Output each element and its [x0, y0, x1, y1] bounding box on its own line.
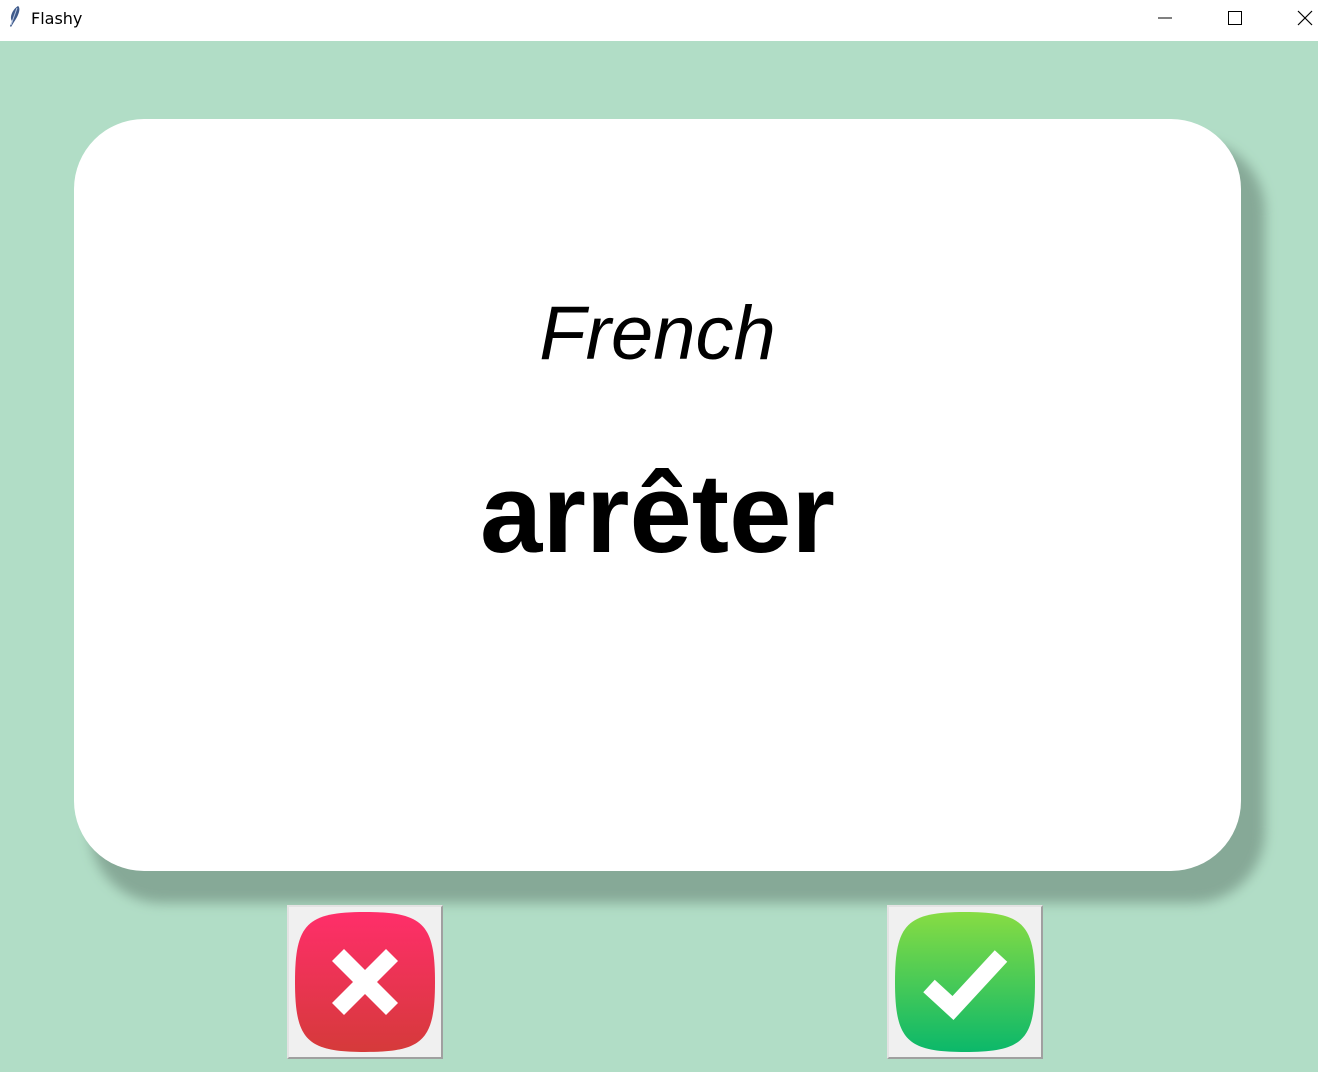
- right-button[interactable]: [887, 905, 1043, 1059]
- card-language-title: French: [539, 291, 776, 376]
- feather-icon: [6, 5, 22, 29]
- wrong-button[interactable]: [287, 905, 443, 1059]
- maximize-button[interactable]: [1212, 0, 1258, 36]
- title-bar: Flashy: [0, 0, 1318, 41]
- checkmark-icon: [893, 910, 1037, 1054]
- close-icon: [1297, 10, 1313, 26]
- minimize-icon: [1158, 11, 1172, 25]
- maximize-icon: [1228, 11, 1242, 25]
- cross-icon: [293, 910, 437, 1054]
- card-word: arrêter: [480, 451, 835, 576]
- window-title: Flashy: [31, 9, 83, 28]
- close-button[interactable]: [1282, 0, 1318, 36]
- minimize-button[interactable]: [1142, 0, 1188, 36]
